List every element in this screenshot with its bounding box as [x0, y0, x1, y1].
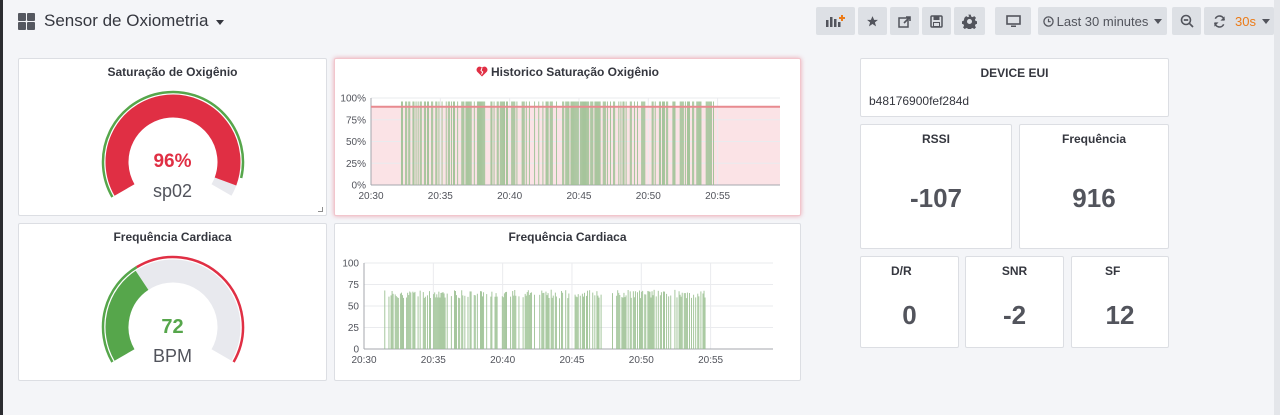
x-tick-label: 20:40: [490, 355, 515, 366]
panel-title: RSSI: [921, 132, 950, 146]
x-tick-label: 20:50: [636, 191, 661, 202]
refresh-icon: [1214, 14, 1225, 28]
chevron-down-icon: [1154, 18, 1163, 24]
share-icon: [897, 15, 911, 28]
frequency-value: 916: [1072, 183, 1116, 213]
refresh-interval: 30s: [1235, 13, 1256, 29]
y-tick-label: 75: [348, 280, 360, 291]
dashboard-grid-icon: [18, 12, 35, 30]
x-tick-label: 20:30: [351, 355, 376, 366]
spo2-value: 96%: [153, 151, 192, 172]
dashboard-header: Sensor de Oxiometria Last 30 minutes 30s: [3, 0, 1274, 42]
time-range-label: Last 30 minutes: [1056, 13, 1149, 29]
rssi-value: -107: [909, 183, 963, 213]
x-tick-label: 20:55: [705, 191, 730, 202]
scrollbar[interactable]: [1274, 0, 1280, 415]
refresh-picker[interactable]: 30s: [1204, 7, 1274, 35]
add-panel-button[interactable]: [816, 7, 855, 35]
x-tick-label: 20:30: [358, 191, 383, 202]
y-tick-label: 0%: [352, 181, 367, 192]
zoom-out-icon: [1180, 14, 1194, 28]
spo2-history-panel: Historico Saturação Oxigênio 0% 25% 50% 75%…: [334, 58, 801, 216]
zoom-out-button[interactable]: [1172, 7, 1201, 35]
y-tick-label: 25: [348, 323, 360, 334]
gear-icon: [962, 14, 977, 29]
panel-title: D/R: [891, 264, 912, 278]
x-tick-label: 20:45: [559, 355, 584, 366]
y-tick-label: 50: [348, 302, 360, 313]
panel-title: DEVICE EUI: [980, 66, 1049, 80]
sf-value: 12: [1105, 300, 1135, 330]
x-tick-label: 20:55: [698, 355, 723, 366]
x-tick-label: 20:40: [497, 191, 522, 202]
frequency-panel: Frequência 916: [1019, 124, 1169, 249]
y-tick-label: 25%: [346, 159, 366, 170]
spo2-history-chart: 0% 25% 50% 75% 100% 20:30 20:35 20:40 20:45 20:50…: [340, 94, 780, 202]
time-range-picker[interactable]: Last 30 minutes: [1038, 7, 1167, 35]
hr-history-panel: Frequência Cardiaca 0 25 50 75 100 20:30 20:35…: [334, 223, 801, 381]
dr-panel: D/R 0: [860, 256, 959, 348]
panel-title: SF: [1105, 264, 1121, 278]
panel-title: Frequência: [1061, 132, 1127, 146]
star-button[interactable]: [858, 7, 887, 35]
add-panel-icon: [825, 15, 845, 27]
left-edge: [0, 0, 3, 415]
dr-value: 0: [902, 300, 917, 330]
spo2-unit-label: sp02: [152, 181, 193, 201]
device-eui-panel: DEVICE EUI b48176900fef284d: [860, 58, 1169, 117]
share-button[interactable]: [890, 7, 919, 35]
save-button[interactable]: [922, 7, 951, 35]
chevron-down-icon: [1261, 18, 1270, 24]
hr-unit-label: BPM: [152, 346, 192, 366]
chevron-down-icon: [216, 19, 225, 25]
x-tick-label: 20:50: [629, 355, 654, 366]
rssi-panel: RSSI -107: [860, 124, 1012, 249]
tv-mode-button[interactable]: [995, 7, 1031, 35]
dashboard-picker[interactable]: Sensor de Oxiometria: [18, 8, 225, 34]
y-tick-label: 50%: [346, 137, 366, 148]
spo2-gauge-panel: Saturação de Oxigênio 96% sp02: [18, 58, 327, 216]
snr-panel: SNR -2: [965, 256, 1064, 348]
y-tick-label: 100%: [340, 94, 366, 105]
snr-value: -2: [1002, 300, 1027, 330]
y-tick-label: 75%: [346, 115, 366, 126]
settings-button[interactable]: [954, 7, 985, 35]
hr-value: 72: [161, 316, 184, 338]
sf-panel: SF 12: [1071, 256, 1169, 348]
tv-icon: [1005, 14, 1021, 27]
panel-title: SNR: [1001, 264, 1028, 278]
hr-gauge-panel: Frequência Cardiaca 72 BPM: [18, 223, 327, 381]
save-icon: [930, 14, 943, 28]
x-tick-label: 20:35: [421, 355, 446, 366]
gauge-value-arc: [105, 94, 241, 196]
x-tick-label: 20:45: [566, 191, 591, 202]
resize-handle[interactable]: [318, 207, 323, 212]
y-tick-label: 100: [342, 259, 359, 270]
x-tick-label: 20:35: [428, 191, 453, 202]
device-eui-value: b48176900fef284d: [869, 94, 970, 108]
clock-icon: [1042, 15, 1054, 27]
dashboard-title: Sensor de Oxiometria: [44, 11, 209, 30]
hr-history-chart: 0 25 50 75 100 20:30 20:35 20:40 20:45 20:50 20:55: [342, 259, 773, 366]
star-icon: [867, 15, 878, 26]
y-tick-label: 0: [353, 345, 359, 356]
